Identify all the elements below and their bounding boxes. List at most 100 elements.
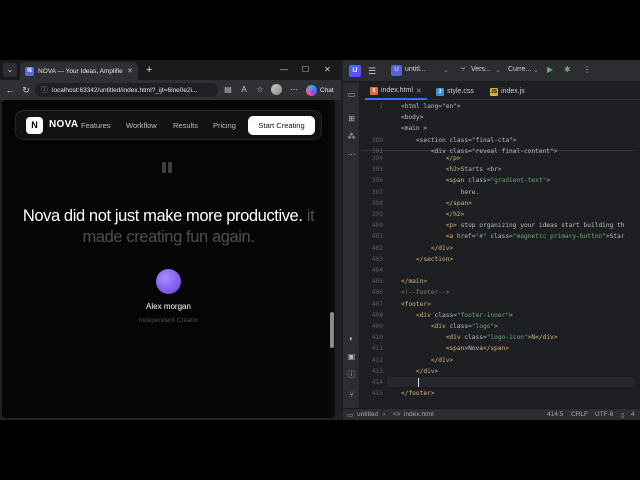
code-line[interactable]: </div> [401, 245, 453, 252]
code-line[interactable]: <a href="#" class="magnetic primary-butt… [401, 233, 625, 240]
new-tab-icon[interactable]: + [146, 63, 152, 77]
code-line[interactable]: </div> [401, 357, 453, 364]
code-line[interactable]: </footer> [401, 390, 435, 397]
run-config-dropdown-icon[interactable]: ⌄ [533, 66, 539, 74]
git-icon[interactable]: ⑂ [346, 389, 357, 400]
line-number: 401 [371, 233, 383, 241]
status-encoding[interactable]: UTF-8 [595, 411, 613, 418]
code-line[interactable]: <footer> [401, 301, 431, 308]
code-line[interactable]: </h2> [401, 211, 465, 218]
start-creating-button[interactable]: Start Creating [248, 116, 315, 135]
sticky-code-line[interactable]: <main > [401, 125, 427, 132]
status-breadcrumb-file[interactable]: index.html [404, 411, 434, 418]
terminal-icon[interactable]: ▣ [346, 351, 357, 362]
tab-style-css[interactable]: 3 style.css [431, 83, 479, 100]
main-menu-icon[interactable]: ☰ [368, 66, 376, 76]
code-line[interactable]: <span>Nova</span> [401, 345, 509, 352]
code-line[interactable]: <!--footer--> [401, 289, 449, 296]
sticky-code-line[interactable]: <div class="reveal final-content"> [401, 148, 558, 155]
sticky-code-line[interactable]: <body> [401, 114, 423, 121]
plugins-icon[interactable]: ⁂ [346, 131, 357, 142]
chat-label: Chat [320, 86, 334, 94]
brand-logo-icon[interactable]: N [26, 117, 43, 134]
browser-toolbar: ← ↻ ⓘ localhost:63342/untitled/index.htm… [0, 80, 341, 100]
css-file-icon: 3 [436, 87, 444, 96]
tool-more-icon[interactable]: ⋯ [346, 149, 357, 160]
status-indent[interactable]: 4 [631, 411, 635, 418]
tab-index-js[interactable]: JS index.js [485, 83, 530, 100]
tab-search-icon[interactable]: ⌄ [3, 63, 17, 77]
address-bar[interactable]: ⓘ localhost:63342/untitled/index.html?_i… [35, 83, 218, 97]
tab-index-html[interactable]: 5 index.html ✕ [365, 83, 427, 100]
editor-scrollbar[interactable] [634, 101, 640, 408]
maximize-icon[interactable]: ☐ [302, 63, 309, 77]
code-line[interactable]: </div> [401, 368, 438, 375]
code-line[interactable]: <h2>Starts <br> [401, 166, 502, 173]
site-info-icon[interactable]: ⓘ [41, 85, 48, 95]
minimize-icon[interactable]: — [280, 63, 288, 77]
sticky-scroll-header[interactable]: 1 <html lang="en"> <body> <main > 389 <secti… [361, 101, 640, 155]
sticky-code-line[interactable]: <section class="final-cta"> [401, 137, 517, 144]
project-switcher[interactable]: untitl... [405, 66, 426, 73]
status-breadcrumb-project[interactable]: untitled [357, 411, 378, 418]
line-number: 396 [371, 177, 383, 185]
tab-close-icon[interactable]: ✕ [416, 87, 422, 95]
nav-link-features[interactable]: Features [81, 121, 111, 130]
problems-icon[interactable]: ⓘ [346, 369, 357, 380]
more-actions-icon[interactable]: ⋮ [583, 65, 591, 74]
code-line[interactable]: </span> [401, 200, 472, 207]
line-number: 395 [371, 166, 383, 174]
browser-tab[interactable]: N NOVA — Your Ideas, Amplified ✕ [20, 62, 138, 80]
code-line[interactable]: here. [401, 189, 480, 196]
pause-icon[interactable] [162, 162, 174, 174]
copilot-chat-button[interactable]: Chat [306, 84, 334, 96]
code-line[interactable]: <p> stop organizing your ideas start bui… [401, 222, 625, 229]
tab-close-icon[interactable]: ✕ [127, 67, 133, 75]
reload-icon[interactable]: ↻ [19, 85, 33, 96]
brand-name[interactable]: NOVA [49, 119, 78, 130]
code-line[interactable]: <span class="gradient-text"> [401, 177, 550, 184]
nav-link-results[interactable]: Results [173, 121, 198, 130]
status-indent-icon[interactable]: ▯ [621, 411, 625, 419]
reader-mode-icon[interactable]: ▤ [222, 84, 234, 96]
services-icon[interactable]: ◐ [346, 333, 357, 344]
profile-avatar[interactable] [271, 84, 282, 95]
vcs-dropdown-icon[interactable]: ⌄ [495, 66, 501, 74]
close-window-icon[interactable]: ✕ [324, 63, 331, 77]
line-number: 404 [371, 267, 383, 274]
code-line[interactable]: </section> [401, 256, 453, 263]
status-project-icon[interactable]: ▭ [347, 411, 353, 419]
text-caret [418, 378, 419, 387]
page-scrollbar-thumb[interactable] [330, 312, 334, 348]
vcs-widget[interactable]: Vers... [471, 66, 491, 73]
line-number: 413 [371, 367, 383, 375]
code-line[interactable]: <div class="logo"> [401, 323, 498, 330]
code-line[interactable]: </p> [401, 155, 461, 162]
sticky-code-line[interactable]: <html lang="en"> [401, 103, 461, 110]
run-icon[interactable]: ▶ [547, 65, 553, 74]
tab-label: index.html [381, 87, 413, 94]
favorite-star-icon[interactable]: ☆ [254, 84, 266, 96]
code-editor[interactable]: 394 395 396 397 398 399 400 401 402 403 404 405 406 4… [361, 101, 640, 408]
status-caret-position[interactable]: 414:5 [547, 411, 563, 418]
structure-icon[interactable]: ⊞ [346, 113, 357, 124]
code-line[interactable]: <div class="footer-inner"> [401, 312, 513, 319]
code-line[interactable]: <div class="logo-icon">N</div> [401, 334, 558, 341]
read-aloud-icon[interactable]: A [238, 84, 250, 96]
debug-icon[interactable]: ✱ [564, 65, 571, 74]
line-number: 412 [371, 356, 383, 364]
vcs-branch-icon: ⑂ [461, 66, 466, 73]
run-config-selector[interactable]: Curre... [508, 66, 531, 73]
status-line-separator[interactable]: CRLF [571, 411, 588, 418]
nav-link-workflow[interactable]: Workflow [126, 121, 157, 130]
line-number: 397 [371, 188, 383, 196]
line-number: 405 [371, 278, 383, 286]
project-folder-icon[interactable]: ▭ [346, 89, 357, 100]
testimonial-quote: Nova did not just make more productive. … [12, 206, 325, 248]
page-scrollbar[interactable] [329, 100, 335, 418]
nav-link-pricing[interactable]: Pricing [213, 121, 236, 130]
code-line[interactable]: </main> [401, 278, 427, 285]
browser-menu-icon[interactable]: ⋯ [288, 84, 300, 96]
project-dropdown-icon[interactable]: ⌄ [443, 66, 449, 74]
back-icon[interactable]: ← [3, 85, 17, 95]
